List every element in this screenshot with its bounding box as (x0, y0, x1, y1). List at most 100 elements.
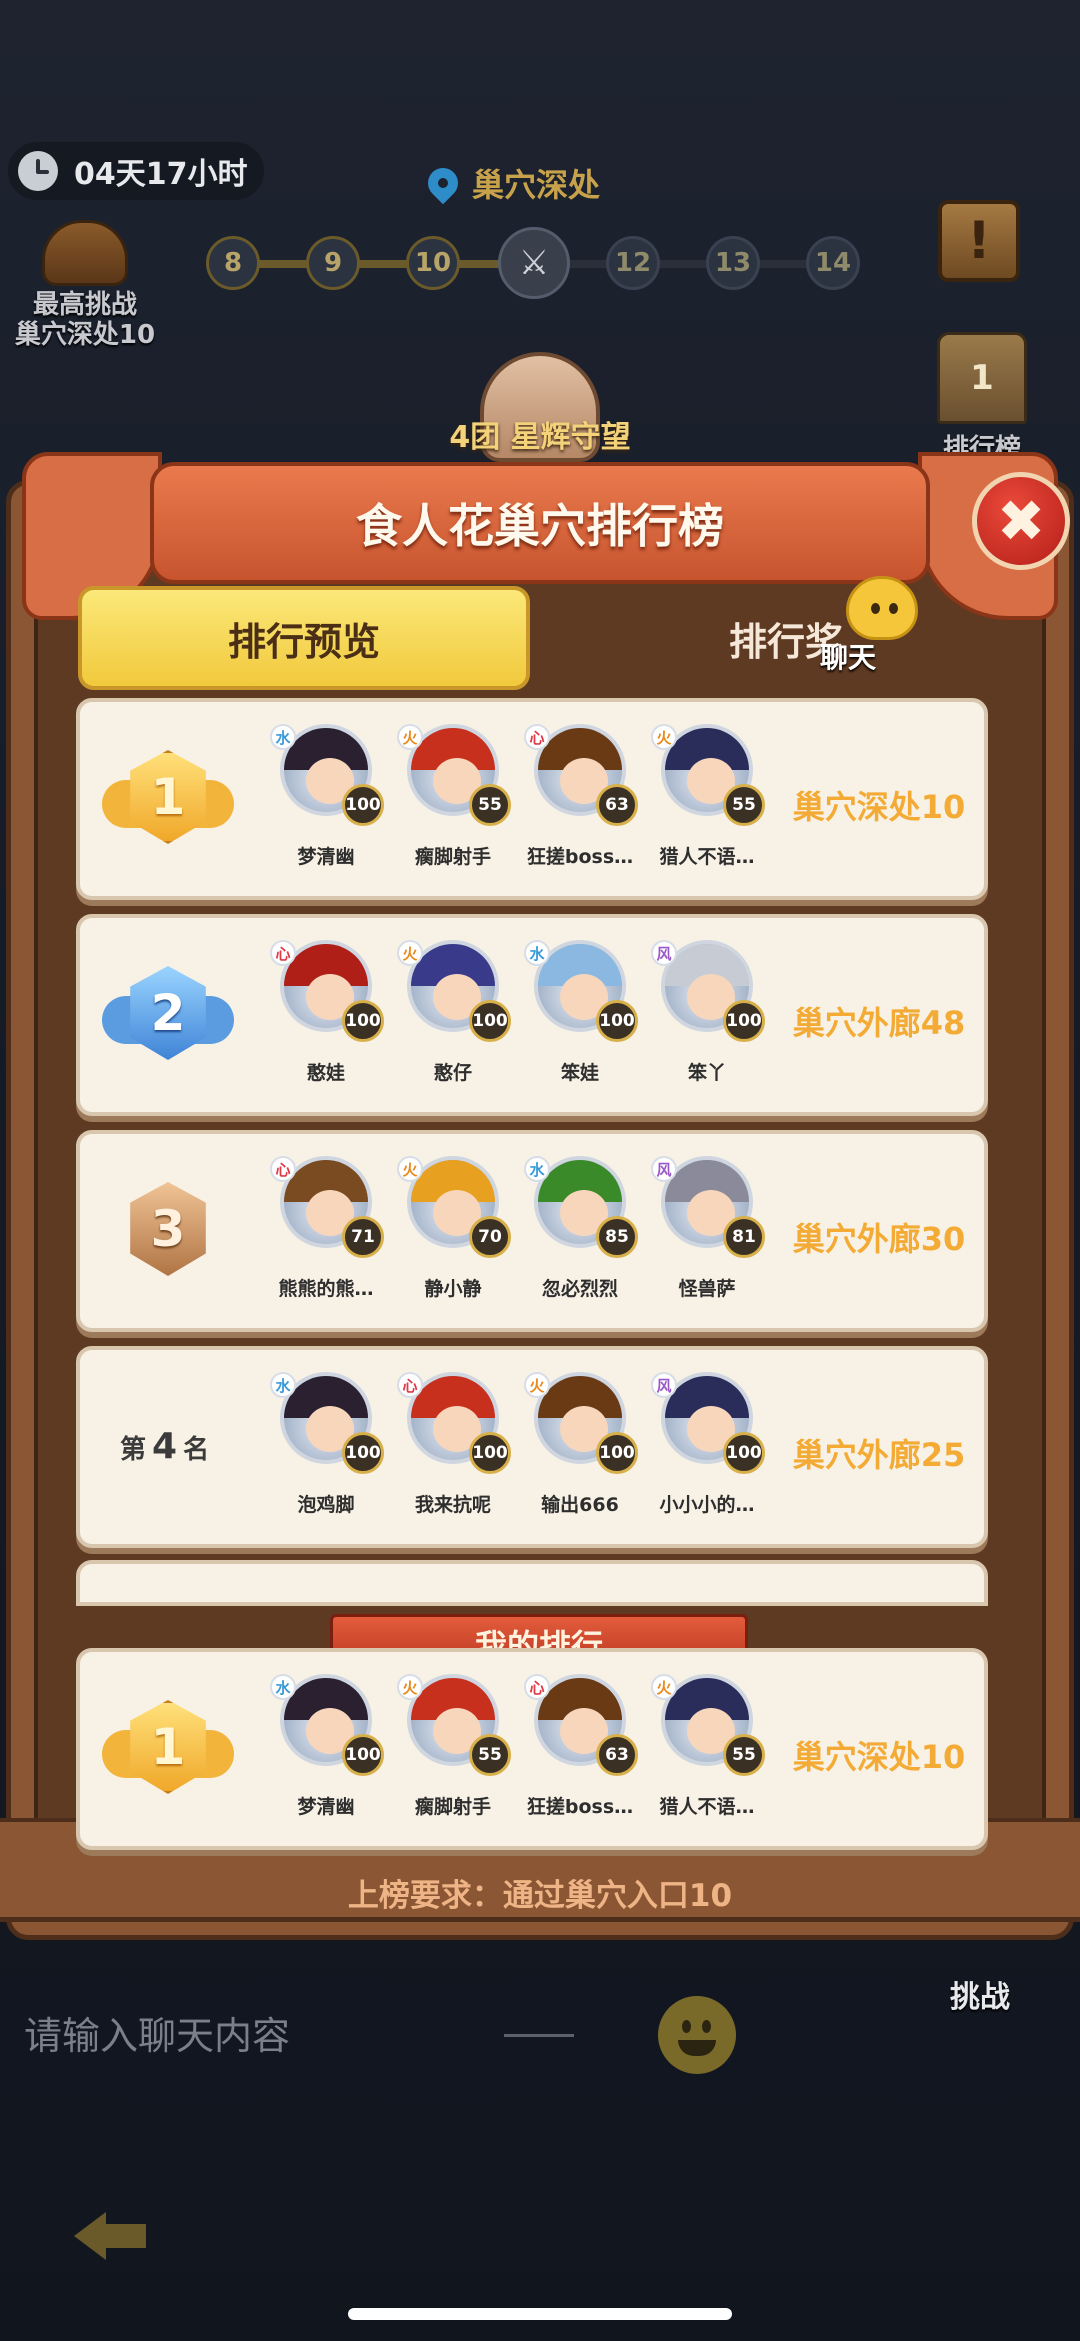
team-member[interactable]: 心 100 憨娃 (266, 940, 386, 1100)
home-indicator[interactable] (348, 2308, 732, 2320)
challenge-button[interactable]: 挑战 (900, 1910, 1060, 2016)
team-progress: 巢穴外廊30 (792, 1220, 966, 1258)
member-name: 狂搓boss… (526, 846, 634, 868)
team-member[interactable]: 火 70 静小静 (393, 1156, 513, 1316)
emoji-icon[interactable] (658, 1996, 736, 2074)
team-member[interactable]: 火 55 瘸脚射手 (393, 724, 513, 884)
element-icon: 心 (270, 940, 296, 966)
level-badge: 100 (342, 1734, 384, 1776)
table-row[interactable]: 第 4 名 水 100 泡鸡脚 心 100 我来抗呢 火 100 输出666 风 100 小小小的… 巢穴外廊… (76, 1346, 988, 1548)
member-name: 熊熊的熊… (278, 1278, 374, 1300)
member-name: 笨丫 (687, 1062, 726, 1084)
table-row[interactable]: 1 水 100 梦清幽 火 55 瘸脚射手 心 63 狂搓boss… 火 55 猎人不语… 巢穴深处10 (76, 698, 988, 900)
team-members: 心 71 熊熊的熊… 火 70 静小静 水 85 忽必烈烈 风 81 怪兽萨 (266, 1156, 806, 1316)
element-icon: 风 (651, 1372, 677, 1398)
table-row[interactable]: 1 水 100 梦清幽 火 55 瘸脚射手 心 63 狂搓boss… 火 55 猎人不语… 巢穴深处10 (76, 1648, 988, 1850)
level-badge: 100 (723, 1000, 765, 1042)
chat-label[interactable]: 聊天 (820, 636, 876, 676)
rank-label-part: 名 (183, 1435, 210, 1465)
element-icon: 火 (651, 724, 677, 750)
team-members: 水 100 梦清幽 火 55 瘸脚射手 心 63 狂搓boss… 火 55 猎人不语… (266, 724, 806, 884)
rank-medal-icon: 3 (102, 1176, 232, 1286)
team-member[interactable]: 水 85 忽必烈烈 (520, 1156, 640, 1316)
chat-face-icon[interactable] (846, 576, 918, 640)
best-challenge[interactable]: 最高挑战 巢穴深处10 (10, 220, 160, 350)
element-icon: 心 (270, 1156, 296, 1182)
team-member[interactable]: 水 100 梦清幽 (266, 1674, 386, 1834)
leaderboard-shortcut[interactable]: 1 排行榜 (924, 332, 1040, 465)
back-arrow-icon[interactable] (74, 2212, 146, 2260)
element-icon: 火 (397, 1156, 423, 1182)
team-name: 4团 星辉守望 (449, 420, 631, 455)
level-badge: 100 (723, 1432, 765, 1474)
rank-number: 1 (130, 750, 206, 844)
member-name: 笨娃 (560, 1062, 599, 1084)
challenge-label: 挑战 (950, 1980, 1010, 2015)
level-badge: 100 (342, 784, 384, 826)
team-member[interactable]: 火 55 猎人不语… (647, 1674, 767, 1834)
stage-node[interactable]: 12 (606, 236, 660, 290)
stage-node[interactable]: 14 (806, 236, 860, 290)
member-name: 狂搓boss… (526, 1796, 634, 1818)
element-icon: 水 (270, 1674, 296, 1700)
stage-node[interactable]: 9 (306, 236, 360, 290)
stage-node[interactable]: 10 (406, 236, 460, 290)
notice-board-icon[interactable]: ! (938, 200, 1020, 282)
team-member[interactable]: 心 100 我来抗呢 (393, 1372, 513, 1532)
team-member[interactable]: 风 100 小小小的… (647, 1372, 767, 1532)
element-icon: 水 (524, 1156, 550, 1182)
member-name: 憨仔 (433, 1062, 472, 1084)
stage-node[interactable]: 8 (206, 236, 260, 290)
table-row[interactable]: 2 心 100 憨娃 火 100 憨仔 水 100 笨娃 风 100 笨丫 巢穴外廊48 (76, 914, 988, 1116)
member-name: 忽必烈烈 (541, 1278, 618, 1300)
helmet-icon (42, 220, 128, 286)
team-member[interactable]: 水 100 泡鸡脚 (266, 1372, 386, 1532)
close-button[interactable]: ✖ (972, 472, 1070, 570)
rank-number: 3 (130, 1182, 206, 1276)
team-member[interactable]: 心 63 狂搓boss… (520, 1674, 640, 1834)
rank-label-part: 第 (120, 1435, 147, 1465)
member-name: 小小小的… (659, 1494, 755, 1516)
element-icon: 火 (397, 1674, 423, 1700)
level-badge: 63 (596, 784, 638, 826)
rank-label: 第4名 (120, 1426, 250, 1467)
member-name: 憨娃 (306, 1062, 345, 1084)
tab-rank-preview[interactable]: 排行预览 (78, 586, 530, 690)
level-badge: 55 (469, 784, 511, 826)
best-challenge-title: 最高挑战 (32, 290, 137, 320)
team-progress: 巢穴外廊25 (792, 1436, 966, 1474)
team-member[interactable]: 水 100 梦清幽 (266, 724, 386, 884)
team-member[interactable]: 火 100 输出666 (520, 1372, 640, 1532)
input-divider (504, 2034, 574, 2037)
member-name: 我来抗呢 (414, 1494, 491, 1516)
location-text: 巢穴深处 (472, 166, 601, 204)
member-name: 怪兽萨 (678, 1278, 736, 1300)
level-badge: 63 (596, 1734, 638, 1776)
team-member[interactable]: 心 71 熊熊的熊… (266, 1156, 386, 1316)
element-icon: 火 (524, 1372, 550, 1398)
location-pin-icon (421, 161, 465, 205)
team-member[interactable]: 火 100 憨仔 (393, 940, 513, 1100)
stage-track: 8 9 10 ⚔ 12 13 14 (206, 227, 866, 299)
trophy-icon: 1 (937, 332, 1027, 424)
list-item-partial (76, 1560, 988, 1606)
level-badge: 71 (342, 1216, 384, 1258)
table-row[interactable]: 3 心 71 熊熊的熊… 火 70 静小静 水 85 忽必烈烈 风 81 怪兽萨 巢穴外廊30 (76, 1130, 988, 1332)
team-member[interactable]: 火 55 猎人不语… (647, 724, 767, 884)
current-stage-swords-icon[interactable]: ⚔ (498, 227, 570, 299)
team-member[interactable]: 火 55 瘸脚射手 (393, 1674, 513, 1834)
member-name: 猎人不语… (659, 1796, 755, 1818)
stage-node[interactable]: 13 (706, 236, 760, 290)
member-name: 猎人不语… (659, 846, 755, 868)
team-member[interactable]: 水 100 笨娃 (520, 940, 640, 1100)
game-screen: 04天17小时 巢穴深处 最高挑战 巢穴深处10 8 9 10 ⚔ 12 13 … (0, 0, 1080, 2341)
emoji-mouth (678, 2040, 716, 2056)
team-member[interactable]: 心 63 狂搓boss… (520, 724, 640, 884)
element-icon: 心 (524, 1674, 550, 1700)
rank-requirement: 上榜要求：通过巢穴入口10 (347, 1878, 733, 1914)
tab-rank-rewards[interactable]: 排行奖 (560, 586, 1012, 690)
element-icon: 水 (524, 940, 550, 966)
rank-number: 2 (130, 966, 206, 1060)
team-member[interactable]: 风 100 笨丫 (647, 940, 767, 1100)
team-member[interactable]: 风 81 怪兽萨 (647, 1156, 767, 1316)
